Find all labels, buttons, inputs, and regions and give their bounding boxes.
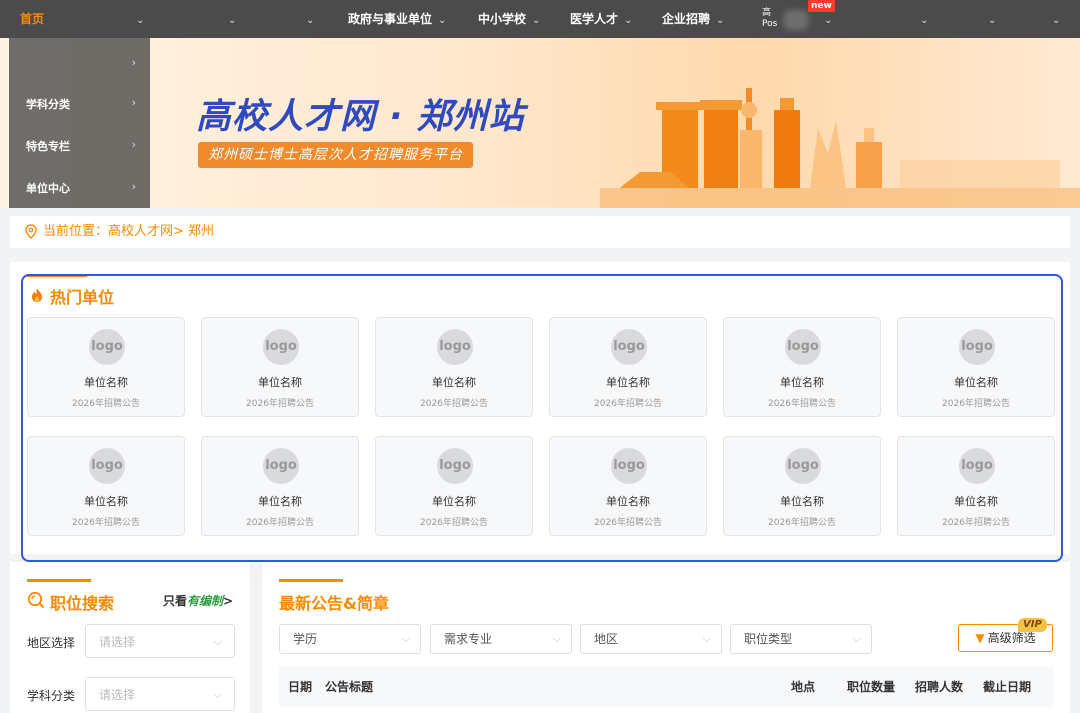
chevron-right-icon: › [131,56,136,69]
column-header-location: 地点 [791,680,816,694]
nav-item-medical[interactable]: 医学人才 ⌄ [570,0,632,38]
chevron-down-icon: ⌄ [920,15,929,26]
side-menu-item-special[interactable]: 特色专栏 › [26,138,136,154]
breadcrumb-text[interactable]: 当前位置：高校人才网> 郑州 [43,216,214,248]
nav-item-schools[interactable]: 中小学校 ⌄ [478,0,540,38]
title-accent-bar [279,579,343,582]
chevron-down-icon: ⌄ [716,15,725,26]
column-header-hiring-count: 招聘人数 [915,680,964,694]
nav-item-enterprise[interactable]: 企业招聘 ⌄ [662,0,724,38]
blurred-region [783,10,809,30]
chevron-down-icon: ⌄ [136,15,145,26]
nav-dropdown-7[interactable]: ⌄ [982,0,996,38]
nav-item-truncated[interactable]: 高 Pos [762,8,777,30]
nav-dropdown-6[interactable]: ⌄ [914,0,928,38]
chevron-down-icon: ⌄ [624,15,633,26]
chevron-down-icon: ⌄ [228,15,237,26]
chevron-down-icon: ⌄ [438,15,447,26]
chevron-down-icon: ⌄ [1052,15,1061,26]
location-pin-icon [25,224,37,239]
city-skyline-illustration [600,88,1080,208]
major-filter-select[interactable]: 需求专业 ⌵ [430,624,572,654]
chevron-down-icon: ⌵ [702,632,711,645]
nav-dropdown-3[interactable]: ⌄ [300,0,314,38]
chevron-right-icon: › [131,180,136,193]
job-search-title: 职位搜索 [50,594,115,613]
column-header-title: 公告标题 [325,680,374,694]
nav-dropdown-5[interactable]: ⌄ [818,0,832,38]
chevron-down-icon: ⌵ [401,632,410,645]
column-header-deadline: 截止日期 [983,680,1032,694]
nav-dropdown-8[interactable]: ⌄ [1046,0,1060,38]
region-select[interactable]: 请选择 ⌵ [85,624,235,658]
chevron-down-icon: ⌄ [988,15,997,26]
subject-select[interactable]: 请选择 ⌵ [85,677,235,711]
nav-dropdown-1[interactable]: ⌄ [130,0,144,38]
education-filter-select[interactable]: 学历 ⌵ [279,624,421,654]
breadcrumb: 当前位置：高校人才网> 郑州 [10,216,1070,248]
chevron-down-icon: ⌄ [306,15,315,26]
column-header-position-count: 职位数量 [847,680,896,694]
announcements-panel: 最新公告&简章 学历 ⌵ 需求专业 ⌵ 地区 ⌵ 职位类型 ⌵ ▼ 高级筛选 VI… [262,562,1070,713]
chevron-down-icon: ⌵ [213,688,222,701]
announcements-table-header: 日期 公告标题 地点 职位数量 招聘人数 截止日期 [279,667,1053,707]
nav-dropdown-2[interactable]: ⌄ [222,0,236,38]
chevron-right-icon: › [131,138,136,151]
region-filter-select[interactable]: 地区 ⌵ [580,624,722,654]
search-icon [27,591,45,609]
hot-units-highlight-frame [21,274,1063,562]
banner-title: 高校人才网 · 郑州站 [196,97,525,137]
nav-item-government[interactable]: 政府与事业单位 ⌄ [348,0,446,38]
establishment-filter-link[interactable]: 只看有编制> [163,592,233,609]
title-accent-bar [27,579,91,582]
chevron-down-icon: ⌄ [824,15,833,26]
announcements-title: 最新公告&简章 [279,594,389,613]
vip-badge: VIP [1018,618,1047,632]
chevron-down-icon: ⌵ [213,635,222,648]
side-menu-item-units[interactable]: 单位中心 › [26,180,136,196]
chevron-down-icon: ⌵ [552,632,561,645]
column-header-date: 日期 [288,680,313,694]
region-label: 地区选择 [27,636,76,650]
job-search-panel: 职位搜索 只看有编制> 地区选择 请选择 ⌵ 学科分类 请选择 ⌵ [10,562,250,713]
chevron-right-icon: › [131,96,136,109]
nav-home-link[interactable]: 首页 [20,0,44,38]
subject-label: 学科分类 [27,689,76,703]
hero-banner: › 学科分类 › 特色专栏 › 单位中心 › 高校人才网 · 郑州站 郑州硕士博士高层… [0,38,1080,208]
side-menu: › 学科分类 › 特色专栏 › 单位中心 › [9,38,150,208]
banner-subtitle: 郑州硕士博士高层次人才招聘服务平台 [198,142,473,168]
chevron-down-icon: ⌵ [852,632,861,645]
side-menu-item-subjects[interactable]: 学科分类 › [26,96,136,112]
position-type-filter-select[interactable]: 职位类型 ⌵ [730,624,872,654]
top-nav: 首页 ⌄ ⌄ ⌄ 政府与事业单位 ⌄ 中小学校 ⌄ 医学人才 ⌄ 企业招聘 ⌄ 高 Pos… [0,0,1080,38]
chevron-down-icon: ⌄ [532,15,541,26]
filter-funnel-icon: ▼ [975,631,985,645]
